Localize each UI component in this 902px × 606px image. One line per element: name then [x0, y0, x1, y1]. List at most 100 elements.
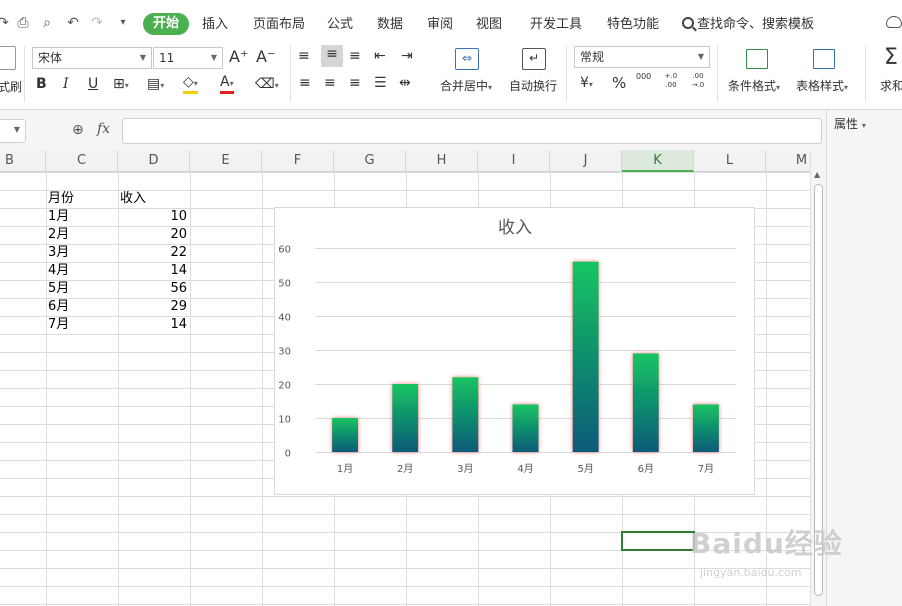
bar-2月[interactable]	[392, 384, 419, 452]
scroll-up-icon[interactable]: ▲	[814, 170, 820, 179]
fx-icon[interactable]: fx	[97, 121, 110, 137]
tab-view[interactable]: 视图	[476, 15, 502, 35]
format-painter-icon[interactable]	[0, 46, 16, 70]
font-grow-icon[interactable]: A⁺	[229, 48, 248, 66]
column-header-g[interactable]: G	[334, 150, 406, 172]
redo-partial-icon[interactable]: ↷	[0, 14, 12, 32]
tab-formula[interactable]: 公式	[327, 15, 353, 35]
bar-1月[interactable]	[332, 418, 359, 452]
conditional-format-button[interactable]: 条件格式▾	[728, 77, 780, 94]
merge-center-icon[interactable]: ⇔	[455, 48, 479, 70]
zoom-icon[interactable]: ⊕	[72, 122, 88, 138]
increase-indent-icon[interactable]: ⇥	[401, 47, 413, 65]
column-header-f[interactable]: F	[262, 150, 334, 172]
align-middle-icon[interactable]: ≡	[321, 45, 343, 67]
sum-label[interactable]: 求和	[880, 77, 902, 94]
wrap-text-label[interactable]: 自动换行	[509, 77, 557, 94]
bar-6月[interactable]	[632, 353, 659, 452]
tab-review[interactable]: 审阅	[427, 15, 453, 35]
month-cell[interactable]: 5月	[48, 280, 118, 298]
italic-button[interactable]: I	[63, 75, 69, 93]
column-header-l[interactable]: L	[694, 150, 766, 172]
customize-quick-access-icon[interactable]: ▾	[114, 14, 132, 32]
font-size-select[interactable]: 11 ▼	[153, 47, 223, 69]
column-header-e[interactable]: E	[190, 150, 262, 172]
bar-5月[interactable]	[572, 261, 599, 452]
header-cell-month[interactable]: 月份	[48, 190, 118, 208]
thousands-separator-button[interactable]: 000	[636, 72, 651, 82]
decrease-indent-icon[interactable]: ⇤	[374, 47, 386, 65]
column-header-j[interactable]: J	[550, 150, 622, 172]
print-icon[interactable]: ⎙	[14, 14, 32, 32]
font-shrink-icon[interactable]: A⁻	[256, 48, 275, 66]
fill-color-icon[interactable]: ◇▾	[183, 75, 198, 94]
cell-style-icon[interactable]: ▤▾	[147, 75, 164, 95]
column-header-d[interactable]: D	[118, 150, 190, 172]
currency-icon[interactable]: ¥▾	[580, 74, 593, 94]
align-center-icon[interactable]: ≡	[324, 74, 336, 92]
tab-insert[interactable]: 插入	[202, 15, 228, 35]
align-bottom-icon[interactable]: ≡	[349, 47, 361, 65]
underline-button[interactable]: U	[88, 75, 98, 93]
tab-developer[interactable]: 开发工具	[530, 15, 582, 35]
selected-cell[interactable]	[621, 531, 695, 551]
tab-data[interactable]: 数据	[377, 15, 403, 35]
income-cell[interactable]: 56	[118, 280, 190, 298]
income-cell[interactable]: 14	[118, 262, 190, 280]
print-preview-icon[interactable]: ⌕	[38, 14, 56, 32]
table-style-icon[interactable]	[813, 49, 835, 69]
income-cell[interactable]: 10	[118, 208, 190, 226]
conditional-format-icon[interactable]	[746, 49, 768, 69]
cloud-icon[interactable]	[886, 16, 902, 28]
align-left-icon[interactable]: ≡	[299, 74, 311, 92]
bold-button[interactable]: B	[36, 75, 47, 93]
bar-7月[interactable]	[692, 404, 719, 452]
justify-icon[interactable]: ☰	[374, 74, 387, 92]
bar-3月[interactable]	[452, 377, 479, 452]
property-pane-button[interactable]: 属性 ▾	[834, 115, 866, 132]
bar-4月[interactable]	[512, 404, 539, 452]
align-right-icon[interactable]: ≡	[349, 74, 361, 92]
increase-decimal-button[interactable]: +.0 .00	[663, 72, 679, 90]
column-header-i[interactable]: I	[478, 150, 550, 172]
column-header-b[interactable]: B	[0, 150, 46, 172]
formula-input[interactable]	[122, 118, 822, 144]
name-box[interactable]: ▼	[0, 119, 26, 143]
font-color-button[interactable]: A▾	[220, 75, 234, 94]
redo-icon[interactable]: ↷	[88, 14, 106, 32]
month-cell[interactable]: 1月	[48, 208, 118, 226]
search-command-box[interactable]: 查找命令、搜索模板	[682, 15, 814, 35]
undo-icon[interactable]: ↶	[64, 14, 82, 32]
decrease-decimal-button[interactable]: .00 →.0	[690, 72, 706, 90]
income-cell[interactable]: 29	[118, 298, 190, 316]
tab-start[interactable]: 开始	[143, 13, 190, 35]
income-cell[interactable]: 20	[118, 226, 190, 244]
format-painter-label[interactable]: 式刷	[0, 78, 22, 95]
month-cell[interactable]: 6月	[48, 298, 118, 316]
percent-button[interactable]: %	[612, 74, 626, 92]
header-cell-income[interactable]: 收入	[120, 190, 190, 208]
chart[interactable]: 收入 0 10 20 30 40 50 60 1月 2月 3月 4月 5月 6月 7月	[274, 207, 755, 495]
income-cell[interactable]: 14	[118, 316, 190, 334]
borders-icon[interactable]: ⊞▾	[113, 75, 129, 95]
wrap-text-icon[interactable]: ↵	[522, 48, 546, 70]
number-format-select[interactable]: 常规 ▼	[574, 46, 710, 68]
eraser-icon[interactable]: ⌫▾	[255, 75, 279, 95]
column-header-k[interactable]: K	[622, 150, 694, 172]
align-top-icon[interactable]: ≡	[298, 47, 310, 65]
tab-special[interactable]: 特色功能	[607, 15, 659, 35]
sum-icon[interactable]: Σ	[884, 46, 898, 70]
month-cell[interactable]: 3月	[48, 244, 118, 262]
tab-page-layout[interactable]: 页面布局	[253, 15, 305, 35]
distributed-icon[interactable]: ⇹	[399, 74, 411, 92]
column-header-m[interactable]: M	[766, 150, 810, 172]
month-cell[interactable]: 4月	[48, 262, 118, 280]
column-header-h[interactable]: H	[406, 150, 478, 172]
income-cell[interactable]: 22	[118, 244, 190, 262]
merge-center-button[interactable]: 合并居中▾	[440, 77, 492, 94]
column-header-c[interactable]: C	[46, 150, 118, 172]
month-cell[interactable]: 7月	[48, 316, 118, 334]
month-cell[interactable]: 2月	[48, 226, 118, 244]
font-name-select[interactable]: 宋体 ▼	[32, 47, 152, 69]
table-style-button[interactable]: 表格样式▾	[796, 77, 848, 94]
